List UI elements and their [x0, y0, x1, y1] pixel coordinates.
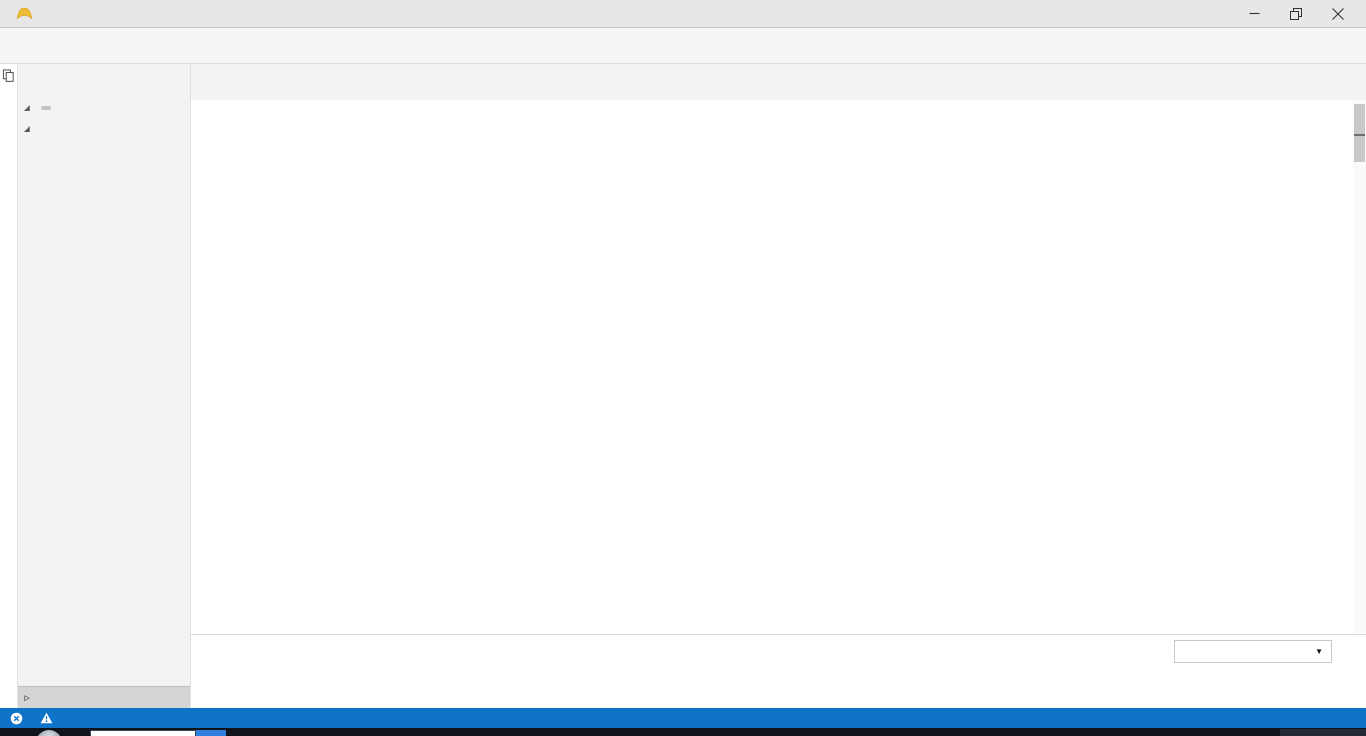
minimize-button[interactable] — [1248, 8, 1260, 20]
output-channel-dropdown[interactable]: ▼ — [1174, 640, 1332, 663]
bottom-panel: ▼ — [191, 634, 1366, 708]
system-tray[interactable] — [1280, 729, 1366, 736]
toolbar — [0, 28, 1366, 64]
unsaved-badge — [41, 106, 51, 110]
chevron-expanded-icon: ◢ — [21, 125, 33, 133]
code-editor[interactable] — [191, 100, 1366, 634]
dropdown-arrow-icon: ▼ — [1315, 647, 1323, 656]
code-lines — [191, 100, 1233, 634]
editor-vertical-scrollbar[interactable] — [1353, 100, 1366, 634]
app-window: ◢ ◢ ▷ — [0, 0, 1366, 736]
sidebar-title — [18, 64, 190, 98]
explorer-files-icon[interactable] — [2, 69, 15, 82]
open-editors-header[interactable]: ◢ — [18, 98, 190, 118]
sidebar-explorer: ◢ ◢ ▷ — [18, 64, 190, 708]
taskbar-search-input[interactable] — [90, 730, 196, 736]
outline-section-header[interactable]: ▷ — [18, 686, 190, 708]
sidebar-scroll-area: ◢ ◢ — [18, 98, 190, 686]
status-bar — [0, 708, 1366, 728]
panel-actions: ▼ — [1174, 640, 1354, 663]
start-button[interactable] — [36, 730, 62, 736]
warnings-icon[interactable] — [40, 712, 53, 724]
current-line-marker — [1354, 134, 1365, 136]
scrollbar-thumb[interactable] — [1354, 104, 1365, 162]
chevron-expanded-icon: ◢ — [21, 104, 33, 112]
close-button[interactable] — [1332, 8, 1344, 20]
restore-button[interactable] — [1290, 8, 1302, 20]
taskbar-search-button[interactable] — [196, 730, 226, 736]
project-root-header[interactable]: ◢ — [18, 118, 190, 140]
errors-icon[interactable] — [10, 712, 23, 725]
window-controls — [1248, 8, 1358, 20]
windows-taskbar[interactable] — [0, 728, 1366, 736]
chevron-collapsed-icon: ▷ — [21, 694, 33, 702]
titlebar — [0, 0, 1366, 28]
minimap[interactable] — [1233, 100, 1353, 634]
app-logo-icon — [16, 6, 33, 21]
editor-tab-bar — [191, 64, 1366, 100]
activity-bar — [0, 64, 18, 708]
